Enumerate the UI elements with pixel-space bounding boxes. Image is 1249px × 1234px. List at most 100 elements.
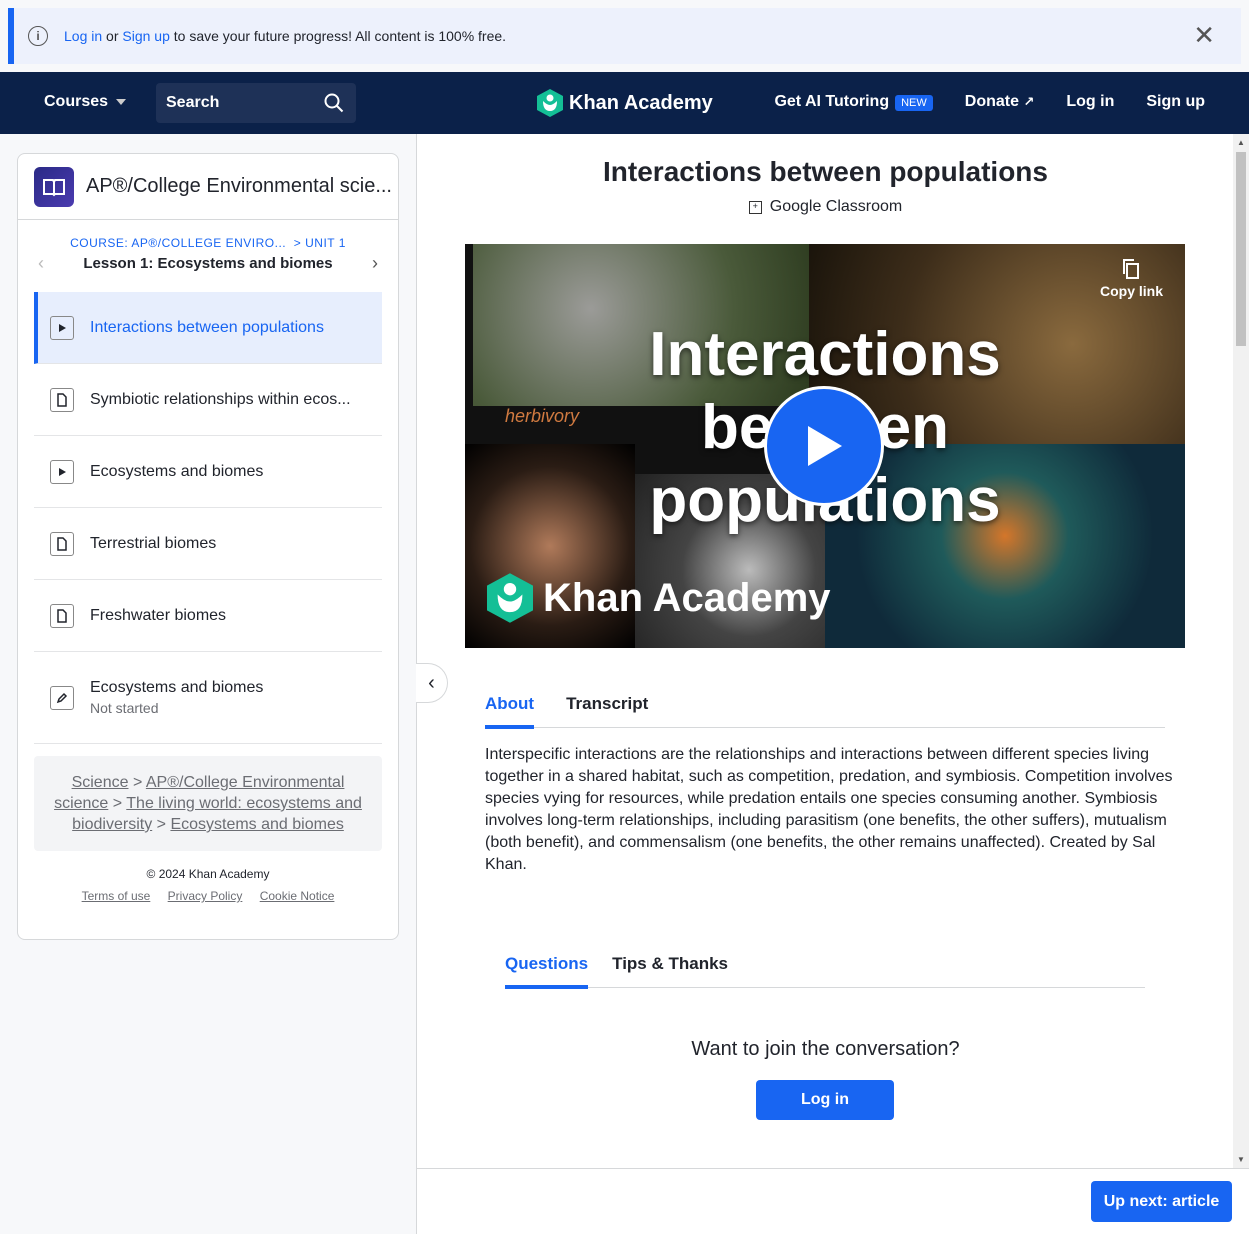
privacy-link[interactable]: Privacy Policy: [168, 889, 243, 903]
ai-tutoring-link[interactable]: Get AI Tutoring NEW: [774, 93, 933, 111]
google-classroom-icon: +: [748, 200, 762, 214]
breadcrumb: COURSE: AP®/COLLEGE ENVIRO... > UNIT 1: [70, 236, 346, 250]
lesson-item-label: Ecosystems and biomes: [90, 679, 264, 696]
sidebar-header: AP®/College Environmental scie...: [18, 154, 398, 220]
copy-icon: [1123, 259, 1140, 279]
path-separator: >: [112, 795, 123, 812]
scrollbar-thumb[interactable]: [1236, 152, 1246, 346]
scroll-down-arrow-icon[interactable]: ▼: [1237, 1155, 1245, 1164]
path-lesson-link[interactable]: Ecosystems and biomes: [170, 816, 343, 833]
up-next-button[interactable]: Up next: article: [1091, 1181, 1232, 1222]
courses-label: Courses: [44, 93, 109, 110]
lesson-item[interactable]: Ecosystems and biomes Not started: [34, 652, 382, 744]
course-sidebar: AP®/College Environmental scie... ‹ COUR…: [17, 153, 399, 940]
video-icon: [50, 459, 74, 484]
chevron-left-icon: ‹: [428, 671, 435, 694]
article-icon: [50, 531, 74, 556]
breadcrumb-unit[interactable]: UNIT 1: [305, 236, 346, 250]
external-link-icon: ↗: [1023, 94, 1035, 109]
footer-links: Terms of use Privacy Policy Cookie Notic…: [18, 889, 398, 903]
lesson-item-label: Freshwater biomes: [90, 606, 227, 624]
lesson-item[interactable]: Freshwater biomes: [34, 580, 382, 652]
chevron-down-icon: [116, 99, 127, 105]
tab-transcript[interactable]: Transcript: [566, 690, 648, 728]
path-separator: >: [156, 816, 166, 833]
copyright: © 2024 Khan Academy: [146, 867, 270, 881]
nav-login-link[interactable]: Log in: [1066, 93, 1114, 111]
search-icon[interactable]: [324, 93, 344, 113]
pencil-icon: [50, 685, 74, 710]
breadcrumb-course[interactable]: COURSE: AP®/COLLEGE ENVIRO...: [70, 236, 286, 250]
donate-label: Donate: [964, 93, 1019, 110]
lesson-item-label: Terrestrial biomes: [90, 534, 217, 552]
exercise-status: Not started: [90, 700, 159, 716]
lesson-item-label: Interactions between populations: [90, 318, 324, 336]
khan-academy-logo[interactable]: Khan Academy: [537, 89, 713, 117]
article-icon: [50, 603, 74, 628]
lesson-item[interactable]: Terrestrial biomes: [34, 508, 382, 580]
tab-tips-thanks[interactable]: Tips & Thanks: [612, 950, 728, 988]
login-button[interactable]: Log in: [756, 1080, 894, 1120]
video-brand-text: Khan Academy: [543, 575, 831, 620]
tab-questions[interactable]: Questions: [505, 950, 589, 989]
video-description: Interspecific interactions are the relat…: [485, 746, 1173, 873]
scrollbar[interactable]: ▲ ▼: [1233, 134, 1249, 1168]
donate-link[interactable]: Donate ↗: [965, 93, 1035, 111]
lesson-item[interactable]: Interactions between populations: [34, 292, 382, 364]
chevron-right-icon[interactable]: ›: [372, 253, 378, 274]
video-icon: [50, 315, 74, 340]
banner-rest-text: to save your future progress! All conten…: [169, 28, 507, 44]
course-book-icon: [34, 166, 74, 207]
discussion-tabs: Questions Tips & Thanks: [505, 950, 1145, 989]
banner-message: Log in or Sign up to save your future pr…: [64, 28, 506, 44]
khan-academy-leaf-icon: [487, 573, 533, 623]
join-conversation-heading: Want to join the conversation?: [691, 1038, 960, 1060]
tab-about[interactable]: About: [485, 690, 535, 729]
logo-text: Khan Academy: [569, 91, 713, 114]
course-title[interactable]: AP®/College Environmental scie...: [86, 175, 396, 198]
lesson-nav: ‹ COURSE: AP®/COLLEGE ENVIRO... > UNIT 1…: [18, 220, 398, 292]
path-separator: >: [132, 774, 143, 791]
lesson-list: Interactions between populations Symbiot…: [34, 292, 382, 744]
info-icon: i: [28, 26, 48, 46]
banner-or-text: or: [102, 28, 123, 44]
google-classroom-button[interactable]: + Google Classroom: [417, 198, 1234, 216]
lesson-item[interactable]: Symbiotic relationships within ecos...: [34, 364, 382, 436]
copy-link-button[interactable]: Copy link: [1100, 258, 1163, 299]
play-button[interactable]: [764, 386, 884, 506]
search-box[interactable]: [156, 83, 356, 123]
lesson-item-label: Symbiotic relationships within ecos...: [90, 390, 351, 408]
terms-link[interactable]: Terms of use: [82, 889, 151, 903]
video-player[interactable]: herbivory Interactions between populatio…: [465, 244, 1185, 648]
exercise-text: Ecosystems and biomes Not started: [90, 679, 263, 716]
khan-academy-leaf-icon: [537, 89, 563, 117]
page-title: Interactions between populations: [603, 156, 1048, 187]
video-title-line: Interactions: [649, 320, 1001, 389]
main-content: Interactions between populations + Googl…: [416, 134, 1233, 1234]
banner-signup-link[interactable]: Sign up: [122, 28, 169, 44]
sidebar-footer: © 2024 Khan Academy Terms of use Privacy…: [18, 867, 398, 903]
courses-menu-button[interactable]: Courses: [44, 93, 127, 111]
path-science-link[interactable]: Science: [72, 774, 129, 791]
google-classroom-label: Google Classroom: [769, 198, 903, 215]
scroll-up-arrow-icon[interactable]: ▲: [1237, 138, 1245, 147]
lesson-item-label: Ecosystems and biomes: [90, 462, 264, 480]
new-badge: NEW: [895, 95, 933, 111]
cookie-link[interactable]: Cookie Notice: [260, 889, 335, 903]
search-input[interactable]: [166, 94, 316, 112]
lesson-item[interactable]: Ecosystems and biomes: [34, 436, 382, 508]
nav-right: Get AI Tutoring NEW Donate ↗ Log in Sign …: [742, 93, 1205, 111]
signup-banner: i Log in or Sign up to save your future …: [8, 8, 1241, 64]
about-tabs: About Transcript: [485, 690, 1165, 729]
play-icon: [808, 426, 842, 466]
top-nav: Courses Khan Academy Get AI Tutoring NEW …: [0, 72, 1249, 134]
copy-link-label: Copy link: [1099, 283, 1163, 299]
article-icon: [50, 387, 74, 412]
banner-login-link[interactable]: Log in: [64, 28, 102, 44]
lesson-title: Lesson 1: Ecosystems and biomes: [83, 255, 333, 272]
nav-signup-link[interactable]: Sign up: [1146, 93, 1205, 111]
close-icon[interactable]: ✕: [1193, 22, 1215, 48]
ai-tutoring-label: Get AI Tutoring: [774, 93, 890, 110]
bottom-bar: Up next: article: [416, 1168, 1249, 1234]
video-brand: Khan Academy: [487, 572, 831, 624]
